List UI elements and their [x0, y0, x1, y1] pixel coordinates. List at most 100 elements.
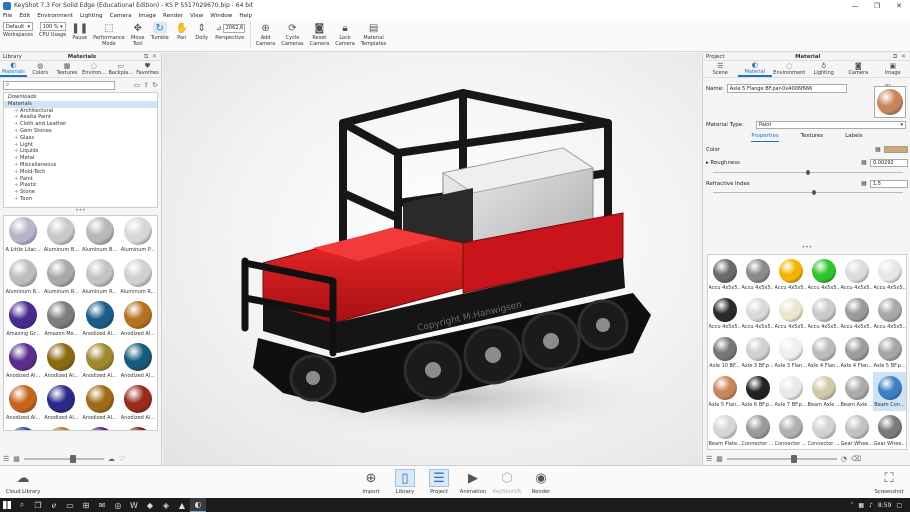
project-material-swatch[interactable]: Connector ... [741, 411, 774, 449]
project-material-swatch[interactable]: Accu 4x5x5... [741, 255, 774, 294]
library-material-swatch[interactable]: Anodized Al... [81, 342, 119, 384]
project-material-swatch[interactable]: Axle 3 Flan... [774, 333, 807, 372]
refractive-index-slider[interactable] [713, 190, 903, 195]
close-panel-icon[interactable]: ✕ [152, 53, 158, 60]
library-material-swatch[interactable]: Aluminum R... [81, 258, 119, 300]
library-material-swatch[interactable]: Anodized Al... [42, 342, 80, 384]
undock-icon[interactable]: ⧉ [893, 53, 899, 60]
visibility-icon[interactable]: ◔ [841, 455, 847, 463]
file-explorer-icon[interactable]: ▭ [62, 498, 78, 512]
project-material-swatch[interactable]: Accu 4x5x5... [708, 255, 741, 294]
project-material-swatch[interactable]: Axle 4 Flan... [807, 333, 840, 372]
project-material-swatch[interactable]: Accu 4x5x5... [873, 255, 906, 294]
project-material-swatch[interactable]: Beam Axle ... [840, 372, 873, 411]
word-icon[interactable]: W [126, 498, 142, 512]
task-view-icon[interactable]: ❐ [30, 498, 46, 512]
menu-camera[interactable]: Camera [110, 13, 132, 19]
project-material-swatch[interactable]: Axle 5 Flan... [708, 372, 741, 411]
tumble-button[interactable]: ↻ Tumble [151, 22, 169, 42]
tree-item[interactable]: + Cloth and Leather [4, 121, 157, 128]
slider-thumb[interactable] [69, 455, 76, 463]
tree-item[interactable]: + Miscellaneous [4, 162, 157, 169]
project-material-swatch[interactable]: Connector ... [774, 411, 807, 449]
tab-textures[interactable]: ▦ Textures [54, 61, 81, 77]
menu-file[interactable]: File [3, 13, 12, 19]
library-material-swatch[interactable]: Anodized Al... [119, 426, 157, 430]
project-material-swatch[interactable]: Axle 3 BF.p... [741, 333, 774, 372]
windows-start-button[interactable] [0, 498, 14, 512]
favorites-heart-icon[interactable]: ♡ [119, 455, 125, 463]
tree-item[interactable]: + Gem Stones [4, 128, 157, 135]
tree-item[interactable]: + Plastic [4, 182, 157, 189]
cloud-library-icon[interactable]: ☁ [108, 455, 115, 463]
material-name-input[interactable]: Axle 5 Flange BF.par-0x4006f666 [726, 84, 847, 93]
slider-thumb[interactable] [806, 170, 810, 175]
edge-browser-icon[interactable]: ℯ [46, 498, 62, 512]
move-tool-button[interactable]: ✥ Move Tool [131, 22, 145, 47]
material-type-dropdown[interactable]: Paint ▾ [756, 121, 906, 129]
menu-lighting[interactable]: Lighting [80, 13, 103, 19]
refresh-icon[interactable]: ↻ [152, 81, 158, 89]
keyshot-taskbar-icon[interactable]: ◐ [190, 498, 206, 512]
library-material-swatch[interactable]: Aluminum R... [42, 258, 80, 300]
close-panel-icon[interactable]: ✕ [901, 53, 907, 60]
library-search-input[interactable]: ⌕ [3, 80, 115, 90]
library-material-swatch[interactable]: Anodized Al... [119, 342, 157, 384]
library-button[interactable]: ▯ Library [389, 469, 421, 495]
chevron-up-icon[interactable]: ˄ [850, 502, 853, 509]
project-material-swatch[interactable]: Axle 7 BF.p... [774, 372, 807, 411]
project-material-swatch[interactable]: Connector ... [807, 411, 840, 449]
tree-item[interactable]: + Toon [4, 196, 157, 203]
add-folder-icon[interactable]: ▭ [134, 81, 141, 89]
tree-item[interactable]: + Liquids [4, 148, 157, 155]
pause-button[interactable]: ❚❚ Pause [71, 22, 88, 42]
menu-environment[interactable]: Environment [37, 13, 73, 19]
library-material-swatch[interactable]: Anodized Al... [4, 426, 42, 430]
add-camera-button[interactable]: ⊕ Add Camera [256, 22, 276, 47]
project-material-swatch[interactable]: Axle 6 BF.p... [741, 372, 774, 411]
project-material-swatch[interactable]: Accu 4x5x5... [873, 294, 906, 333]
tab-camera[interactable]: ◙ Camera [841, 61, 876, 77]
tree-item[interactable]: + Mold-Tech [4, 169, 157, 176]
library-material-swatch[interactable]: Anodized Al... [4, 384, 42, 426]
dolly-button[interactable]: ⇕ Dolly [195, 22, 209, 42]
render-button[interactable]: ◉ Render [525, 469, 557, 496]
subtab-textures[interactable]: Textures [801, 133, 824, 142]
tab-environments[interactable]: ◌ Environ... [80, 61, 107, 77]
library-material-swatch[interactable]: Aluminum R... [119, 258, 157, 300]
search-icon[interactable]: ⌕ [14, 498, 30, 512]
tree-item[interactable]: + Axalta Paint [4, 114, 157, 121]
tree-item[interactable]: + Stone [4, 189, 157, 196]
slider-thumb[interactable] [811, 190, 816, 195]
library-material-swatch[interactable]: Aluminum B... [81, 216, 119, 258]
project-button[interactable]: ☰ Project [423, 469, 455, 495]
pan-button[interactable]: ✋ Pan [175, 22, 189, 42]
screenshot-button[interactable]: ⛶ Screenshot [872, 469, 906, 496]
tab-image[interactable]: ▣ Image [876, 61, 910, 77]
project-material-swatch[interactable]: Axle 4 Flan... [840, 333, 873, 372]
project-material-swatch[interactable]: Beam Plate... [708, 411, 741, 449]
thumbnail-size-slider[interactable] [726, 455, 837, 463]
tab-scene[interactable]: ☰ Scene [703, 61, 738, 77]
project-material-swatch[interactable]: Accu 4x5x5... [741, 294, 774, 333]
tab-backplates[interactable]: ▭ Backpla... [107, 61, 134, 77]
tab-lighting[interactable]: ♁ Lighting [807, 61, 842, 77]
perspective-input[interactable]: 2062,6 [222, 23, 245, 33]
list-view-icon[interactable]: ☰ [3, 455, 9, 463]
project-material-swatch[interactable]: Beam Con... [873, 372, 906, 411]
network-icon[interactable]: ▦ [858, 502, 864, 509]
menu-help[interactable]: Help [239, 13, 252, 19]
solid-edge-icon[interactable]: ◆ [142, 498, 158, 512]
project-material-swatch[interactable]: Accu 4x5x5... [840, 294, 873, 333]
volume-icon[interactable]: ♪ [869, 502, 873, 509]
library-material-swatch[interactable]: Anodized Al... [81, 300, 119, 342]
project-material-swatch[interactable]: Accu 4x5x5... [807, 294, 840, 333]
tab-colors[interactable]: ◍ Colors [27, 61, 54, 77]
notifications-icon[interactable]: ▢ [896, 502, 902, 509]
clock[interactable]: 8:59 [878, 502, 891, 509]
menu-render[interactable]: Render [163, 13, 183, 19]
thumbnail-size-slider[interactable] [23, 455, 104, 463]
texture-map-icon[interactable]: ▦ [875, 146, 881, 153]
performance-mode-button[interactable]: ⬚ Performance Mode [93, 22, 125, 47]
cycle-cameras-button[interactable]: ⟳ Cycle Cameras [281, 22, 303, 47]
